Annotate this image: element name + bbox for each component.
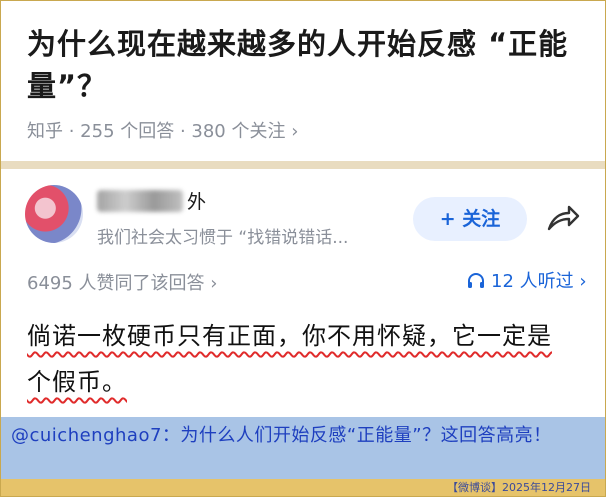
author-name-row[interactable]: 外: [97, 187, 206, 213]
follow-button[interactable]: + 关注: [413, 197, 527, 241]
blurred-name: [97, 189, 183, 212]
headphone-icon: [468, 273, 484, 288]
question-card[interactable]: 为什么现在越来越多的人开始反感 “正能量”？ 知乎 · 255 个回答 · 38…: [1, 1, 605, 159]
question-meta[interactable]: 知乎 · 255 个回答 · 380 个关注 ›: [27, 117, 298, 143]
answer-body-line1: 倘诺一枚硬币只有正面，你不用怀疑，它一定是: [27, 322, 552, 350]
agree-count[interactable]: 6495 人赞同了该回答 ›: [27, 269, 217, 295]
source-text: 【微博谈】2025年12月27日: [447, 481, 591, 494]
author-bio: 我们社会太习惯于 “找错说错话...: [97, 228, 349, 248]
question-title[interactable]: 为什么现在越来越多的人开始反感 “正能量”？: [27, 23, 587, 107]
answer-body[interactable]: 倘诺一枚硬币只有正面，你不用怀疑，它一定是 个假币。: [27, 313, 587, 405]
answer-card: 外 我们社会太习惯于 “找错说错话... + 关注 6495 人赞同了该回答 ›…: [1, 169, 605, 417]
caption-text: @cuichenghao7：为什么人们开始反感“正能量”？这回答高亮！: [11, 425, 552, 446]
answer-body-line2: 个假币。: [27, 368, 127, 396]
screenshot-frame: 为什么现在越来越多的人开始反感 “正能量”？ 知乎 · 255 个回答 · 38…: [0, 0, 606, 497]
share-icon[interactable]: [545, 203, 581, 235]
listen-count[interactable]: 12 人听过 ›: [467, 267, 587, 293]
listen-text: 12 人听过 ›: [491, 271, 587, 292]
avatar[interactable]: [25, 185, 83, 243]
section-divider: [1, 161, 605, 169]
author-name: 外: [187, 191, 207, 213]
source-bar: 【微博谈】2025年12月27日: [1, 479, 605, 496]
caption-bar: @cuichenghao7：为什么人们开始反感“正能量”？这回答高亮！: [1, 417, 605, 479]
